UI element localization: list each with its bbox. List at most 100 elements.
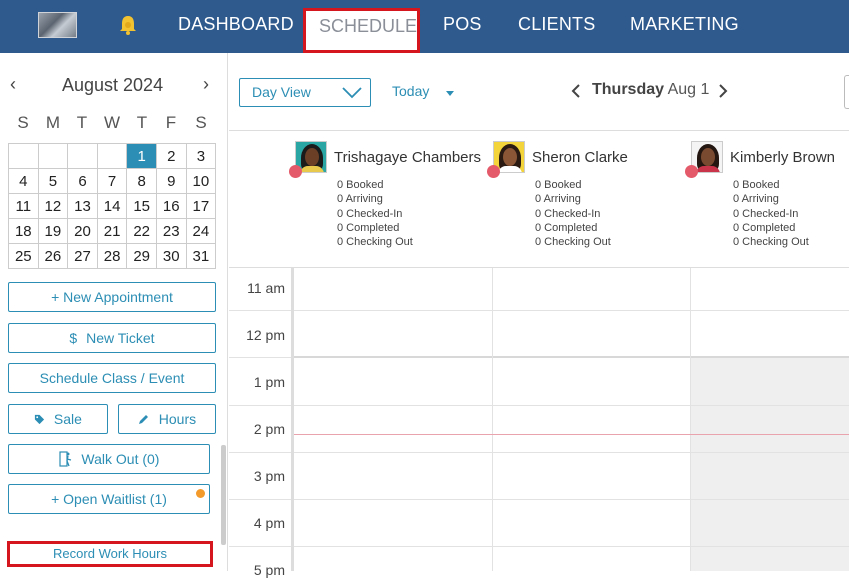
current-day-name: Thursday bbox=[592, 81, 665, 98]
calendar-day[interactable]: 9 bbox=[155, 168, 187, 194]
dow-thursday: T bbox=[136, 113, 148, 132]
prev-month-icon[interactable]: ‹ bbox=[10, 74, 16, 95]
nav-pos[interactable]: POS bbox=[443, 14, 482, 35]
hour-gridline bbox=[229, 546, 849, 547]
calendar-day[interactable]: 16 bbox=[155, 193, 187, 219]
calendar-day[interactable]: 22 bbox=[126, 218, 157, 244]
staff-column-header[interactable]: Trishagaye Chambers 0 Booked 0 Arriving … bbox=[289, 141, 493, 261]
calendar-day[interactable]: 30 bbox=[155, 243, 187, 269]
dow-saturday: S bbox=[195, 113, 207, 132]
sidebar-scrollbar[interactable] bbox=[221, 445, 226, 545]
hour-label: 12 pm bbox=[246, 327, 285, 343]
calendar-day[interactable]: 23 bbox=[155, 218, 187, 244]
calendar-day[interactable]: 8 bbox=[126, 168, 157, 194]
calendar-week-row: 4 5 6 7 8 9 10 bbox=[8, 168, 217, 194]
calendar-day[interactable]: 13 bbox=[67, 193, 98, 219]
calendar-week-row: 11 12 13 14 15 16 17 bbox=[8, 193, 217, 219]
dow-monday: M bbox=[45, 113, 61, 132]
calendar-day[interactable]: 12 bbox=[37, 193, 69, 219]
nav-marketing[interactable]: MARKETING bbox=[630, 14, 739, 35]
calendar-day[interactable]: 18 bbox=[8, 218, 39, 244]
nav-schedule[interactable]: SCHEDULE bbox=[303, 8, 420, 53]
walk-out-button[interactable]: Walk Out (0) bbox=[8, 444, 210, 474]
staff-column-header[interactable]: Kimberly Brown 0 Booked 0 Arriving 0 Che… bbox=[685, 141, 849, 261]
calendar-day[interactable]: 25 bbox=[8, 243, 39, 269]
sale-button[interactable]: Sale bbox=[8, 404, 108, 434]
nav-schedule-label: SCHEDULE bbox=[319, 16, 418, 36]
calendar-day[interactable]: 1 bbox=[126, 143, 157, 169]
calendar-day[interactable]: 15 bbox=[126, 193, 157, 219]
hour-gridline bbox=[229, 499, 849, 500]
staff-status-dot bbox=[289, 165, 302, 178]
hour-gridline bbox=[229, 405, 849, 406]
staff-completed-count: 0 Completed bbox=[535, 222, 598, 234]
notification-bell-icon[interactable] bbox=[118, 14, 138, 36]
calendar-day[interactable]: 10 bbox=[185, 168, 217, 194]
hour-gridline bbox=[229, 452, 849, 453]
staff-arriving-count: 0 Arriving bbox=[733, 193, 779, 205]
open-waitlist-button[interactable]: + Open Waitlist (1) bbox=[8, 484, 210, 514]
staff-status-dot bbox=[685, 165, 698, 178]
calendar-day[interactable]: 7 bbox=[96, 168, 128, 194]
dollar-icon: $ bbox=[69, 330, 78, 346]
calendar-day[interactable]: 19 bbox=[37, 218, 69, 244]
calendar-day[interactable]: 21 bbox=[96, 218, 128, 244]
next-day-icon[interactable] bbox=[718, 84, 728, 98]
staff-checking-out-count: 0 Checking Out bbox=[337, 236, 413, 248]
business-logo[interactable] bbox=[38, 12, 77, 38]
schedule-time-grid[interactable]: 11 am 12 pm 1 pm 2 pm 3 pm 4 pm 5 pm bbox=[229, 268, 849, 578]
calendar-week-row: 123 bbox=[8, 143, 217, 169]
calendar-day[interactable]: 11 bbox=[8, 193, 39, 219]
current-date-value: Aug 1 bbox=[667, 81, 710, 98]
calendar-empty-cell bbox=[37, 143, 69, 169]
staff-checked-in-count: 0 Checked-In bbox=[337, 208, 403, 220]
staff-name: Trishagaye Chambers bbox=[334, 149, 482, 166]
calendar-day[interactable]: 26 bbox=[37, 243, 69, 269]
nav-dashboard[interactable]: DASHBOARD bbox=[178, 14, 294, 35]
walk-out-label: Walk Out (0) bbox=[81, 451, 160, 467]
top-navigation: DASHBOARD SCHEDULE POS CLIENTS MARKETING bbox=[0, 0, 849, 53]
calendar-day[interactable]: 3 bbox=[185, 143, 217, 169]
calendar-day[interactable]: 20 bbox=[67, 218, 98, 244]
staff-column-header[interactable]: Sheron Clarke 0 Booked 0 Arriving 0 Chec… bbox=[487, 141, 691, 261]
hour-gridline bbox=[229, 357, 291, 358]
today-caret-icon[interactable] bbox=[446, 91, 454, 96]
today-button[interactable]: Today bbox=[392, 83, 429, 99]
view-selector[interactable]: Day View bbox=[239, 78, 371, 107]
calendar-month-title: August 2024 bbox=[62, 75, 164, 95]
hour-label: 5 pm bbox=[253, 562, 285, 578]
new-appointment-button[interactable]: + New Appointment bbox=[8, 282, 216, 312]
sale-label: Sale bbox=[53, 411, 82, 427]
prev-day-icon[interactable] bbox=[571, 84, 581, 98]
current-time-indicator bbox=[294, 434, 849, 435]
staff-checked-in-count: 0 Checked-In bbox=[535, 208, 601, 220]
toolbar-right-control[interactable] bbox=[844, 75, 849, 109]
calendar-day[interactable]: 17 bbox=[185, 193, 217, 219]
staff-completed-count: 0 Completed bbox=[733, 222, 796, 234]
hours-button[interactable]: Hours bbox=[118, 404, 216, 434]
next-month-icon[interactable]: › bbox=[203, 74, 209, 95]
calendar-day[interactable]: 24 bbox=[185, 218, 217, 244]
calendar-day[interactable]: 14 bbox=[96, 193, 128, 219]
calendar-day[interactable]: 31 bbox=[185, 243, 217, 269]
calendar-day[interactable]: 5 bbox=[37, 168, 69, 194]
calendar-day[interactable]: 4 bbox=[8, 168, 39, 194]
nav-clients[interactable]: CLIENTS bbox=[518, 14, 595, 35]
new-ticket-button[interactable]: $ New Ticket bbox=[8, 323, 216, 353]
calendar-day[interactable]: 2 bbox=[155, 143, 187, 169]
hour-label: 3 pm bbox=[253, 468, 285, 484]
hour-label: 2 pm bbox=[253, 421, 285, 437]
calendar-day[interactable]: 27 bbox=[67, 243, 98, 269]
left-sidebar: ‹ August 2024 › S M T W T F S 1234567891… bbox=[0, 53, 228, 571]
calendar-empty-cell bbox=[8, 143, 39, 169]
record-work-hours-button[interactable]: Record Work Hours bbox=[7, 541, 213, 567]
staff-name: Kimberly Brown bbox=[730, 149, 836, 166]
new-ticket-label: New Ticket bbox=[86, 330, 155, 346]
calendar-day[interactable]: 29 bbox=[126, 243, 157, 269]
staff-booked-count: 0 Booked bbox=[733, 179, 780, 191]
staff-header-row: Trishagaye Chambers 0 Booked 0 Arriving … bbox=[229, 131, 849, 268]
staff-column-divider bbox=[690, 268, 691, 571]
calendar-day[interactable]: 6 bbox=[67, 168, 98, 194]
calendar-day[interactable]: 28 bbox=[96, 243, 128, 269]
schedule-class-button[interactable]: Schedule Class / Event bbox=[8, 363, 216, 393]
